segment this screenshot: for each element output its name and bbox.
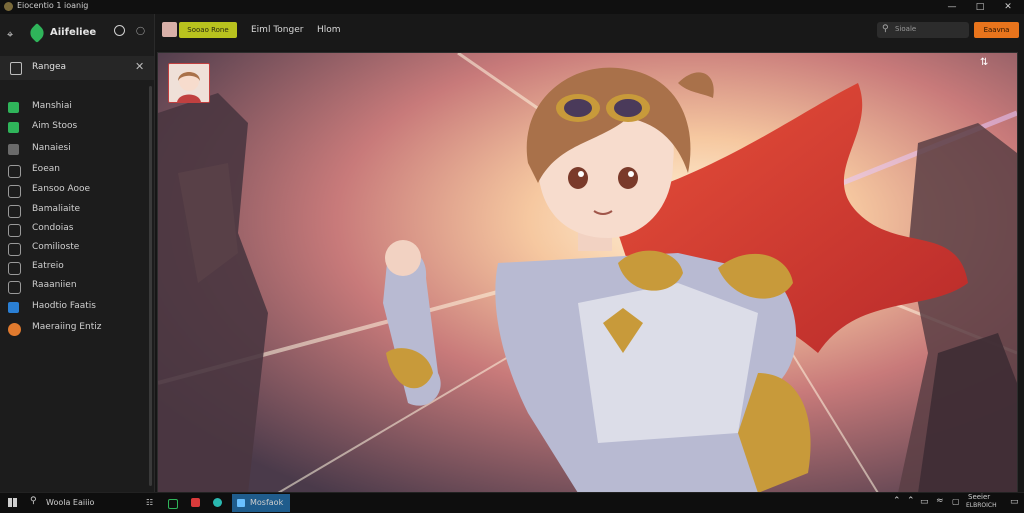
sidebar-item-label: Nanaiesi <box>32 143 71 153</box>
wifi-icon[interactable]: ≈ <box>936 496 944 506</box>
sidebar: ⌖ Aiifeliee ◯ Rangea ✕ Manshiai Aim Stoos… <box>0 14 155 492</box>
blue-square-icon <box>8 302 19 313</box>
taskbar-search-text[interactable]: Woola Eaiiio <box>46 498 94 507</box>
green-square-icon <box>8 102 19 113</box>
action-button[interactable]: Eaavna <box>974 22 1019 38</box>
close-button[interactable]: ✕ <box>994 0 1022 14</box>
settings-small-icon[interactable]: ◯ <box>136 26 145 35</box>
title-bar: Eiocentio 1 ioanig — □ ✕ <box>0 0 1024 14</box>
overlay-expand-icon[interactable]: ⇅ <box>980 57 988 68</box>
nodes-icon <box>8 224 21 237</box>
refresh-icon <box>8 205 21 218</box>
close-icon[interactable]: ✕ <box>135 60 144 73</box>
tab-2[interactable]: Hlom <box>317 25 341 35</box>
taskbar-active-app[interactable]: Mosfaok <box>232 494 290 512</box>
orange-orb-icon <box>8 323 21 336</box>
sidebar-item-1[interactable]: Manshiai <box>8 100 148 116</box>
anime-artwork <box>158 53 1017 493</box>
app-logo-icon <box>4 2 13 11</box>
sidebar-item-label: Bamaliaite <box>32 204 81 214</box>
sidebar-search-label: Rangea <box>32 62 67 72</box>
minimize-button[interactable]: — <box>938 0 966 14</box>
sidebar-item-12[interactable]: Maeraiing Entiz <box>8 321 148 337</box>
sidebar-item-label: Manshiai <box>32 101 72 111</box>
sidebar-item-10[interactable]: Raaaniien <box>8 279 148 295</box>
sidebar-item-5[interactable]: Eansoo Aooe <box>8 183 148 199</box>
globe-icon <box>8 262 21 275</box>
taskbar-app-teal-icon[interactable] <box>213 498 222 507</box>
sidebar-item-label: Eatreio <box>32 261 64 271</box>
sidebar-item-label: Maeraiing Entiz <box>32 322 102 332</box>
badge-button[interactable]: Sooao Rone <box>179 22 237 38</box>
sidebar-item-label: Eoean <box>32 164 60 174</box>
taskbar-app-red-icon[interactable] <box>191 498 200 507</box>
sidebar-item-label: Raaaniien <box>32 280 77 290</box>
sidebar-item-4[interactable]: Eoean <box>8 163 148 179</box>
page-icon <box>10 62 22 75</box>
sidebar-item-3[interactable]: Nanaiesi <box>8 142 148 158</box>
search-icon: ⚲ <box>882 24 889 34</box>
window-title: Eiocentio 1 ioanig <box>17 1 89 10</box>
gray-square-icon <box>8 144 19 155</box>
tab-1[interactable]: Eiml Tonger <box>251 25 303 35</box>
expand-icon[interactable]: ⌖ <box>7 28 13 42</box>
clock-icon <box>8 185 21 198</box>
active-app-icon <box>237 499 245 507</box>
network-icon[interactable]: ⌃ <box>907 496 915 506</box>
sidebar-item-label: Comilioste <box>32 242 80 252</box>
circle-arrow-icon <box>8 243 21 256</box>
volume-icon[interactable]: ▭ <box>920 497 929 507</box>
start-icon[interactable] <box>8 498 17 507</box>
profile-thumb-icon[interactable] <box>162 22 177 37</box>
sidebar-search[interactable]: Rangea ✕ <box>0 56 154 80</box>
maximize-button[interactable]: □ <box>966 0 994 14</box>
taskbar-search-icon[interactable]: ⚲ <box>30 496 37 506</box>
sidebar-item-label: Eansoo Aooe <box>32 184 91 194</box>
taskbar: ⚲ Woola Eaiiio ☷ Mosfaok ⌃ ⌃ ▭ ≈ ▢ Seeie… <box>0 492 1024 513</box>
green-square-icon <box>8 122 19 133</box>
gear-icon <box>8 165 21 178</box>
taskbar-app-green-icon[interactable] <box>168 499 178 509</box>
sidebar-item-label: Haodtio Faatis <box>32 301 96 311</box>
sidebar-item-7[interactable]: Condoias <box>8 222 148 238</box>
image-icon <box>8 281 21 294</box>
clock-line-2[interactable]: ELBROICH <box>966 502 997 509</box>
sidebar-item-11[interactable]: Haodtio Faatis <box>8 300 148 316</box>
sidebar-item-label: Aim Stoos <box>32 121 78 131</box>
search-input[interactable]: ⚲ Sioale <box>877 22 969 38</box>
sidebar-item-2[interactable]: Aim Stoos <box>8 120 148 136</box>
sidebar-item-6[interactable]: Bamaliaite <box>8 203 148 219</box>
sidebar-header: ⌖ Aiifeliee ◯ <box>0 20 154 48</box>
refresh-icon[interactable] <box>114 25 125 36</box>
app-name: Aiifeliee <box>50 27 97 38</box>
sidebar-item-9[interactable]: Eatreio <box>8 260 148 276</box>
sidebar-item-8[interactable]: Comilioste <box>8 241 148 257</box>
sidebar-item-label: Condoias <box>32 223 74 233</box>
avatar-thumbnail[interactable] <box>168 63 210 103</box>
chevron-up-icon[interactable]: ⌃ <box>893 496 901 506</box>
clock-line-1[interactable]: Seeier <box>968 493 990 501</box>
app-leaf-icon <box>27 23 47 43</box>
taskview-icon[interactable]: ☷ <box>146 498 153 507</box>
notification-icon[interactable]: ▭ <box>1010 497 1019 507</box>
search-placeholder: Sioale <box>895 25 917 33</box>
battery-icon[interactable]: ▢ <box>952 497 960 506</box>
sidebar-scrollbar[interactable] <box>149 86 152 486</box>
image-canvas[interactable]: ⇅ <box>157 52 1018 494</box>
active-app-label: Mosfaok <box>250 498 284 507</box>
top-toolbar: Sooao Rone Eiml Tonger Hlom ⚲ Sioale Eaa… <box>155 14 1024 50</box>
